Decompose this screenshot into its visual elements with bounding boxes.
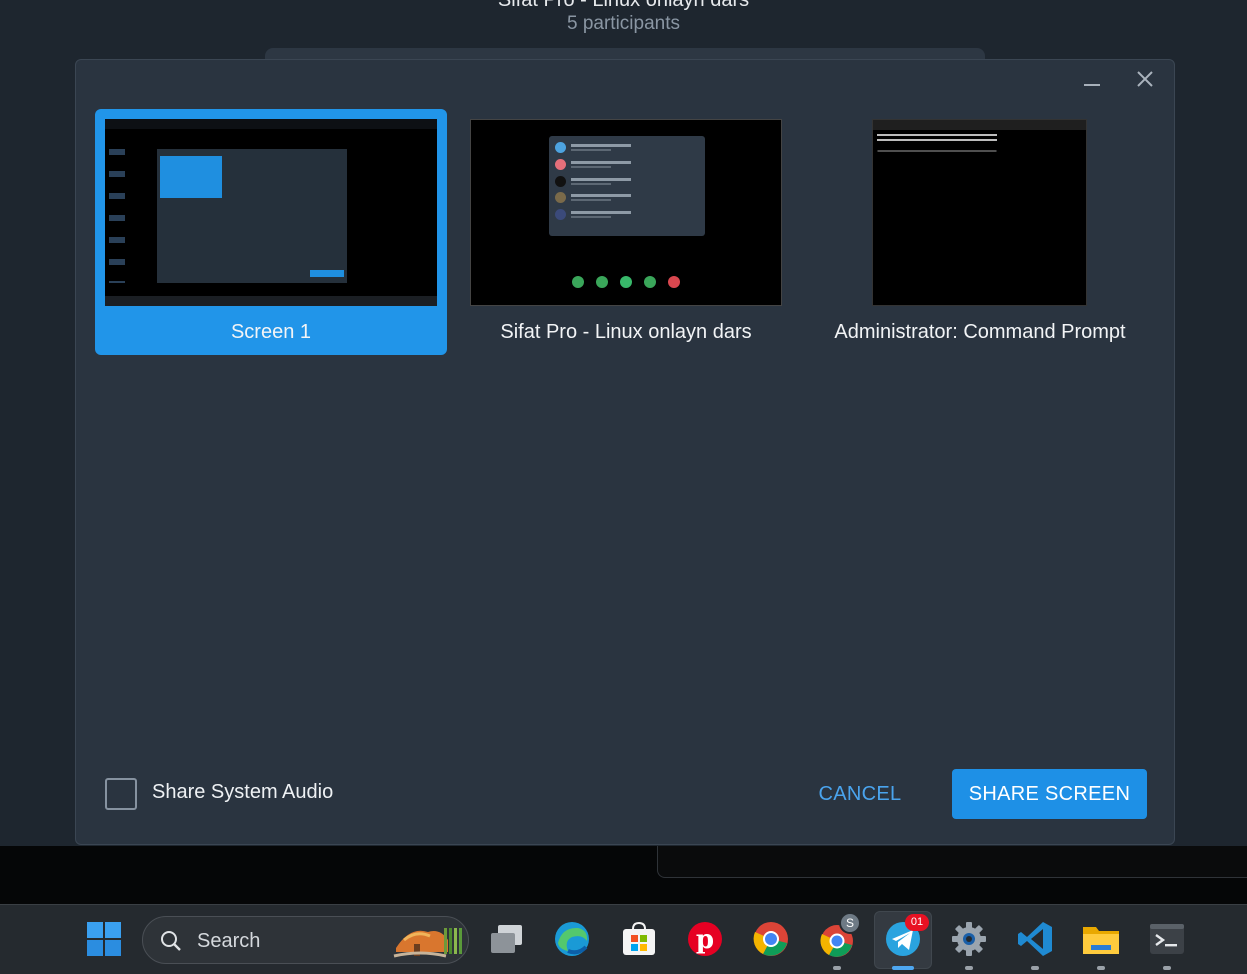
share-system-audio-checkbox[interactable]	[105, 778, 137, 810]
pinterest-button[interactable]: p	[685, 919, 725, 959]
folder-icon	[1083, 927, 1119, 954]
close-button[interactable]	[1134, 68, 1156, 90]
command-prompt-thumbnail	[872, 119, 1087, 306]
explorer-running-indicator	[1097, 966, 1105, 970]
vscode-running-indicator	[1031, 966, 1039, 970]
desktop-window-edge	[657, 846, 1247, 878]
task-view-button[interactable]	[488, 919, 528, 959]
chrome-profile-badge: S	[839, 912, 861, 934]
source-label: Screen 1	[230, 321, 312, 343]
telegram-window-thumbnail	[470, 119, 782, 306]
chrome-profile-button[interactable]: S	[817, 912, 861, 959]
minimize-button[interactable]	[1082, 72, 1102, 92]
terminal-icon	[1150, 924, 1184, 954]
task-view-icon	[491, 925, 522, 953]
store-icon	[623, 921, 655, 955]
taskbar: Search p S 01	[0, 904, 1247, 974]
file-explorer-button[interactable]	[1081, 919, 1121, 959]
settings-button[interactable]	[949, 919, 989, 959]
edge-icon	[555, 922, 589, 956]
telegram-button[interactable]: 01	[883, 914, 929, 959]
pinterest-icon: p	[688, 922, 722, 956]
call-header: Sifat Pro - Linux onlayn dars 5 particip…	[0, 0, 1247, 36]
windows-icon	[87, 922, 121, 956]
settings-icon	[952, 922, 986, 956]
share-screen-button[interactable]: SHARE SCREEN	[952, 769, 1147, 819]
edge-button[interactable]	[552, 919, 592, 959]
share-system-audio-label: Share System Audio	[152, 781, 334, 803]
source-label: Sifat Pro - Linux onlayn dars	[500, 321, 752, 343]
search-highlight-icon	[393, 928, 462, 958]
chrome-profile-running-indicator	[833, 966, 841, 970]
call-title: Sifat Pro - Linux onlayn dars	[497, 0, 750, 11]
chrome-icon	[753, 922, 788, 956]
source-screen-1[interactable]: Screen 1	[95, 109, 447, 355]
source-label: Administrator: Command Prompt	[834, 321, 1126, 343]
start-button[interactable]	[84, 919, 124, 959]
call-participants: 5 participants	[566, 13, 680, 34]
share-screen-dialog: Screen 1 Sifat Pro - Linux onlayn dars A…	[75, 59, 1175, 845]
taskbar-search[interactable]: Search	[142, 916, 469, 964]
close-icon	[1137, 71, 1153, 87]
terminal-button[interactable]	[1147, 919, 1187, 959]
vscode-button[interactable]	[1015, 919, 1055, 959]
terminal-running-indicator	[1163, 966, 1171, 970]
vscode-icon	[1018, 922, 1052, 956]
search-placeholder: Search	[197, 930, 261, 952]
source-command-prompt[interactable]: Administrator: Command Prompt	[815, 109, 1145, 355]
settings-running-indicator	[965, 966, 973, 970]
source-list: Screen 1 Sifat Pro - Linux onlayn dars A…	[95, 109, 1155, 359]
source-telegram-window[interactable]: Sifat Pro - Linux onlayn dars	[461, 109, 791, 355]
screen-1-thumbnail	[105, 119, 437, 306]
search-icon	[161, 931, 181, 951]
telegram-unread-badge: 01	[905, 914, 929, 931]
telegram-active-indicator	[892, 966, 914, 970]
store-button[interactable]	[619, 919, 659, 959]
chrome-button[interactable]	[751, 919, 791, 959]
cancel-button[interactable]: CANCEL	[804, 769, 916, 819]
svg-text:p: p	[696, 925, 714, 955]
